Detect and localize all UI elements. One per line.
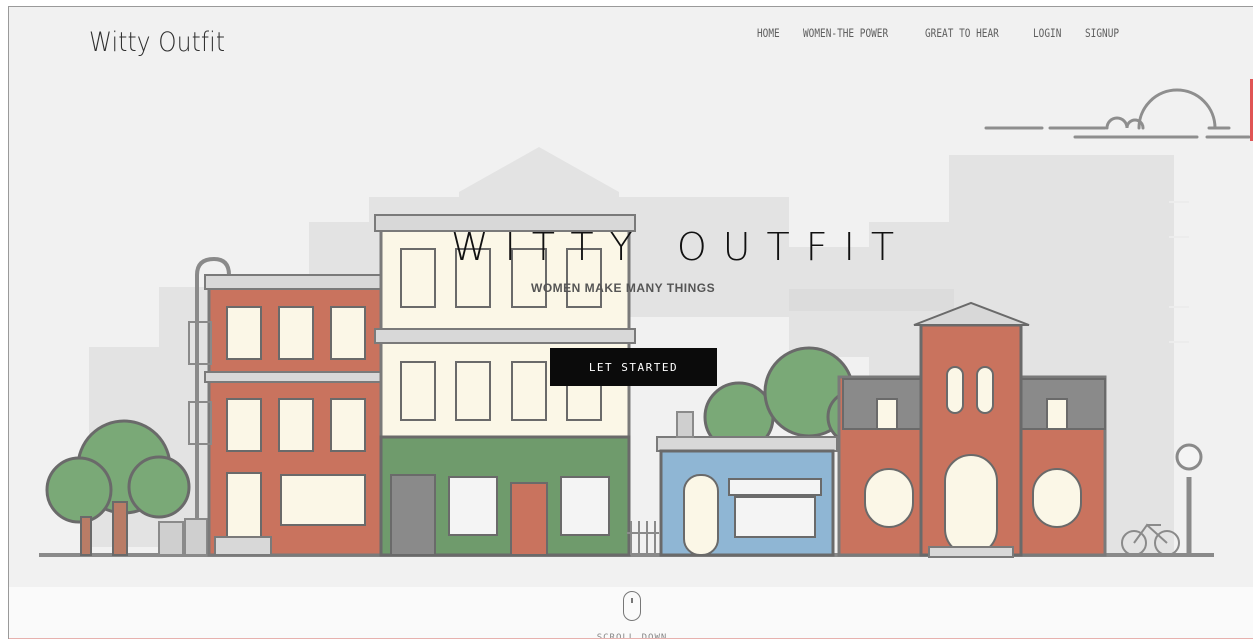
nav-women-the-power[interactable]: WOMEN-THE POWER bbox=[803, 26, 888, 40]
site-logo[interactable]: Witty Outfit bbox=[89, 27, 225, 58]
hero-subtitle: WOMEN MAKE MANY THINGS bbox=[531, 281, 716, 295]
mouse-icon[interactable] bbox=[623, 591, 641, 621]
town-illustration bbox=[39, 88, 1251, 558]
page-frame: Witty Outfit HOME WOMEN-THE POWER GREAT … bbox=[8, 6, 1253, 639]
nav-great-to-hear[interactable]: GREAT TO HEAR bbox=[925, 26, 999, 40]
divider bbox=[9, 638, 1253, 639]
nav-login[interactable]: LOGIN bbox=[1033, 26, 1061, 40]
get-started-button[interactable]: LET STARTED bbox=[550, 348, 717, 386]
nav-signup[interactable]: SIGNUP bbox=[1085, 26, 1119, 40]
nav-home[interactable]: HOME bbox=[757, 26, 780, 40]
hero-title: WITTY OUTFIT bbox=[451, 225, 911, 269]
main-nav: HOME WOMEN-THE POWER GREAT TO HEAR LOGIN… bbox=[757, 26, 1127, 40]
